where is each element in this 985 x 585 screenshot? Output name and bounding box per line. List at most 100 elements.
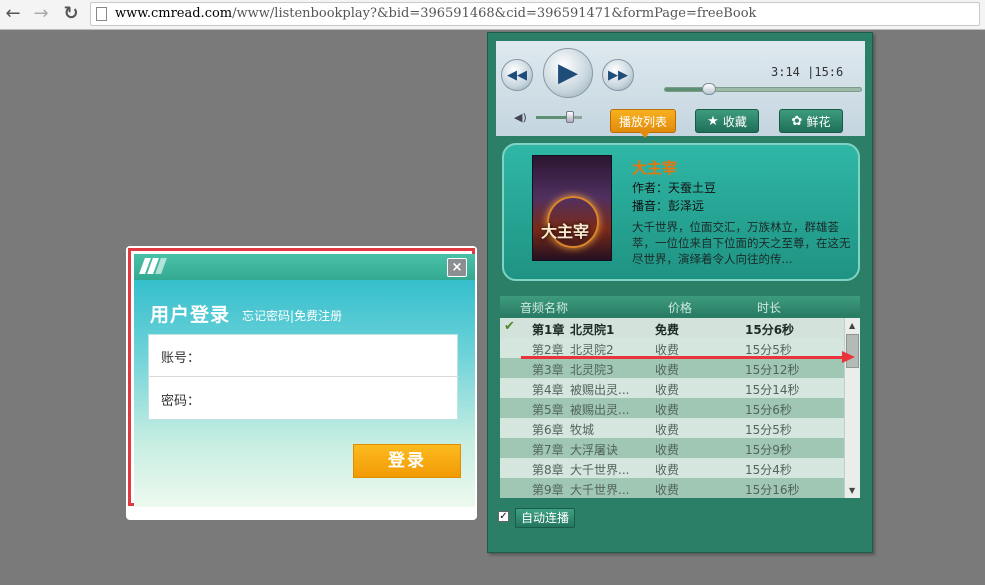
fast-forward-button[interactable]: ▶▶ bbox=[602, 59, 634, 91]
login-fields: 账号： 密码： bbox=[148, 334, 459, 420]
url-path: /www/listenbookplay?&bid=396591468&cid=3… bbox=[232, 6, 757, 21]
login-title: 用户登录 bbox=[150, 304, 231, 326]
login-dialog: × 用户登录 忘记密码|免费注册 账号： 密码： 登录 bbox=[126, 246, 477, 520]
row-name: 北灵院3 bbox=[570, 363, 614, 377]
play-icon: ▶ bbox=[558, 58, 578, 88]
player-controls: ◀◀ ▶ ▶▶ 3:14 |15:6 ◀) 播放列表 ★ 收藏 ✿ 鲜花 bbox=[496, 41, 865, 138]
logo-icon bbox=[139, 258, 167, 274]
play-button[interactable]: ▶ bbox=[543, 48, 593, 98]
audio-player: ◀◀ ▶ ▶▶ 3:14 |15:6 ◀) 播放列表 ★ 收藏 ✿ 鲜花 大主宰 大… bbox=[487, 32, 873, 553]
volume-fill bbox=[536, 116, 566, 119]
row-chapter: 第7章 bbox=[532, 443, 564, 457]
row-duration: 15分16秒 bbox=[745, 483, 800, 497]
star-icon: ★ bbox=[707, 113, 719, 129]
progress-knob[interactable] bbox=[702, 83, 716, 95]
book-cover[interactable]: 大主宰 bbox=[532, 155, 612, 261]
close-icon[interactable]: × bbox=[447, 258, 467, 277]
reload-icon[interactable]: ↻ bbox=[60, 3, 82, 25]
login-button[interactable]: 登录 bbox=[353, 444, 461, 478]
playlist-row[interactable]: ✔ 第1章 北灵院1 免费 15分6秒 bbox=[500, 318, 844, 338]
row-duration: 15分4秒 bbox=[745, 463, 792, 477]
volume-slider[interactable] bbox=[536, 116, 582, 119]
volume-knob[interactable] bbox=[566, 111, 574, 123]
browser-toolbar: ← → ↻ www.cmread.com/www/listenbookplay?… bbox=[0, 0, 985, 30]
forward-arrow-icon[interactable]: → bbox=[30, 3, 52, 25]
row-chapter: 第1章 bbox=[532, 323, 565, 337]
playlist-row[interactable]: 第8章 大千世界... 收费 15分4秒 bbox=[500, 458, 844, 478]
row-name: 大千世界... bbox=[570, 483, 630, 497]
username-input[interactable] bbox=[199, 343, 449, 369]
auto-continue-button[interactable]: 自动连播 bbox=[515, 508, 575, 528]
playlist-row[interactable]: 第4章 被赐出灵... 收费 15分14秒 bbox=[500, 378, 844, 398]
password-input[interactable] bbox=[199, 386, 449, 412]
row-chapter: 第6章 bbox=[532, 423, 564, 437]
row-price: 免费 bbox=[655, 323, 680, 337]
progress-track[interactable] bbox=[664, 87, 862, 92]
row-chapter: 第3章 bbox=[532, 363, 564, 377]
url-host: www.cmread.com bbox=[115, 6, 233, 21]
scroll-down-icon[interactable]: ▼ bbox=[849, 486, 855, 495]
progress-fill bbox=[665, 88, 707, 91]
login-titlebar: × bbox=[134, 254, 475, 280]
username-row: 账号： bbox=[149, 335, 459, 377]
playlist-row[interactable]: 第6章 牧城 收费 15分5秒 bbox=[500, 418, 844, 438]
url-text[interactable]: www.cmread.com/www/listenbookplay?&bid=3… bbox=[115, 6, 756, 21]
row-name: 被赐出灵... bbox=[570, 383, 630, 397]
row-chapter: 第5章 bbox=[532, 403, 564, 417]
login-links: 忘记密码|免费注册 bbox=[242, 307, 342, 324]
playlist-row[interactable]: 第7章 大浮屠诀 收费 15分9秒 bbox=[500, 438, 844, 458]
row-duration: 15分9秒 bbox=[745, 443, 792, 457]
password-label: 密码： bbox=[161, 394, 201, 409]
flower-icon: ✿ bbox=[791, 113, 803, 129]
volume-icon[interactable]: ◀) bbox=[514, 111, 527, 124]
book-reader: 播音：彭泽远 bbox=[632, 199, 705, 213]
address-bar[interactable]: www.cmread.com/www/listenbookplay?&bid=3… bbox=[90, 2, 980, 26]
flower-button[interactable]: ✿ 鲜花 bbox=[779, 109, 843, 133]
row-chapter: 第8章 bbox=[532, 463, 564, 477]
time-total: 15:6 bbox=[814, 65, 844, 79]
playlist-row[interactable]: 第9章 大千世界... 收费 15分16秒 bbox=[500, 478, 844, 498]
playlist-row[interactable]: 第5章 被赐出灵... 收费 15分6秒 bbox=[500, 398, 844, 418]
row-price: 收费 bbox=[655, 443, 680, 457]
row-name: 北灵院1 bbox=[570, 323, 615, 337]
time-current: 3:14 bbox=[771, 65, 800, 79]
row-name: 被赐出灵... bbox=[570, 403, 630, 417]
book-description: 大千世界，位面交汇，万族林立，群雄荟萃，一位位来自下位面的天之至尊，在这无尽世界… bbox=[632, 220, 851, 266]
row-price: 收费 bbox=[655, 403, 680, 417]
row-duration: 15分12秒 bbox=[745, 363, 800, 377]
rewind-icon: ◀◀ bbox=[507, 67, 527, 83]
playlist-row[interactable]: 第2章 北灵院2 收费 15分5秒 bbox=[500, 338, 844, 358]
playlist-scrollbar[interactable]: ▲ ▼ bbox=[844, 318, 860, 498]
username-label: 账号： bbox=[161, 351, 201, 366]
playlist-header: 音频名称 价格 时长 bbox=[500, 296, 860, 317]
row-price: 收费 bbox=[655, 483, 680, 497]
favorite-label: 收藏 bbox=[722, 114, 747, 129]
favorite-button[interactable]: ★ 收藏 bbox=[695, 109, 759, 133]
check-icon: ✔ bbox=[504, 319, 515, 334]
scroll-up-icon[interactable]: ▲ bbox=[849, 321, 855, 330]
book-author: 作者：天蚕土豆 bbox=[632, 181, 717, 195]
annotation-highlight-box: × 用户登录 忘记密码|免费注册 账号： 密码： 登录 bbox=[128, 248, 475, 507]
row-duration: 15分6秒 bbox=[745, 403, 792, 417]
forgot-password-link[interactable]: 忘记密码 bbox=[242, 309, 290, 323]
book-title[interactable]: 大主宰 bbox=[632, 157, 677, 178]
row-chapter: 第4章 bbox=[532, 383, 564, 397]
tab-playlist[interactable]: 播放列表 bbox=[610, 109, 676, 138]
playlist-row[interactable]: 第3章 北灵院3 收费 15分12秒 bbox=[500, 358, 844, 378]
auto-continue-checkbox[interactable]: ✓ bbox=[498, 511, 509, 522]
time-readout: 3:14 |15:6 bbox=[771, 65, 844, 79]
annotation-arrow bbox=[521, 351, 855, 363]
tab-playlist-label: 播放列表 bbox=[618, 114, 667, 129]
back-arrow-icon[interactable]: ← bbox=[2, 3, 24, 25]
row-price: 收费 bbox=[655, 383, 680, 397]
row-price: 收费 bbox=[655, 423, 680, 437]
book-info-card: 大主宰 大主宰 作者：天蚕土豆 播音：彭泽远 大千世界，位面交汇，万族林立，群雄… bbox=[502, 143, 860, 281]
row-price: 收费 bbox=[655, 463, 680, 477]
fast-forward-icon: ▶▶ bbox=[608, 67, 628, 83]
flower-label: 鲜花 bbox=[806, 114, 831, 129]
row-duration: 15分6秒 bbox=[745, 323, 795, 337]
row-name: 牧城 bbox=[570, 423, 595, 437]
register-link[interactable]: 免费注册 bbox=[294, 309, 342, 323]
col-name-header: 音频名称 bbox=[520, 301, 569, 315]
rewind-button[interactable]: ◀◀ bbox=[501, 59, 533, 91]
